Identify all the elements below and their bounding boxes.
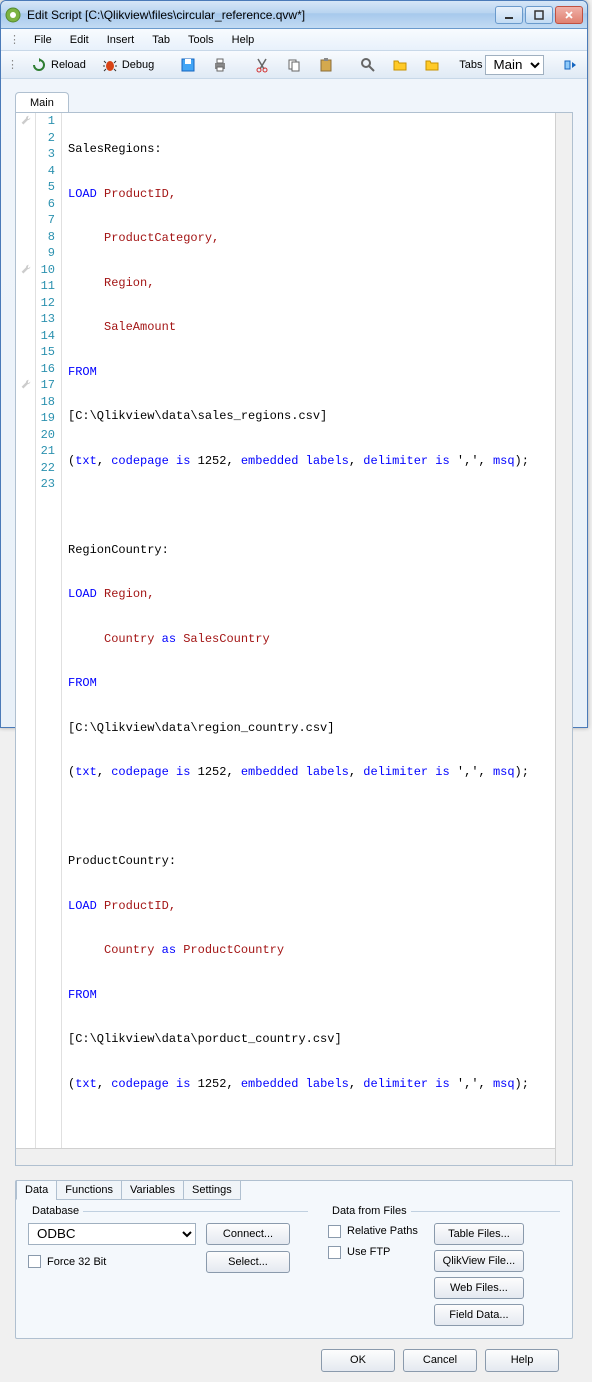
qlikview-file-button[interactable]: QlikView File...: [434, 1250, 524, 1272]
cut-button[interactable]: [247, 54, 277, 76]
menu-edit[interactable]: Edit: [62, 32, 97, 48]
open-folder-button[interactable]: [385, 54, 415, 76]
minimize-button[interactable]: [495, 6, 523, 24]
menu-tab[interactable]: Tab: [144, 32, 178, 48]
tab-settings[interactable]: Settings: [183, 1180, 241, 1200]
cancel-button[interactable]: Cancel: [403, 1349, 477, 1372]
tabs-label: Tabs: [459, 59, 482, 71]
help-button[interactable]: Help: [485, 1349, 559, 1372]
menu-help[interactable]: Help: [224, 32, 263, 48]
web-files-button[interactable]: Web Files...: [434, 1277, 524, 1299]
print-button[interactable]: [205, 54, 235, 76]
relative-paths-label: Relative Paths: [347, 1225, 418, 1237]
wrench-icon: [19, 378, 33, 392]
line-numbers: 1234567891011121314151617181920212223: [36, 113, 62, 1165]
copy-button[interactable]: [279, 54, 309, 76]
reload-button[interactable]: Reload: [24, 54, 93, 76]
use-ftp-label: Use FTP: [347, 1246, 390, 1258]
menubar: ⋮ File Edit Insert Tab Tools Help: [1, 29, 587, 51]
relative-paths-checkbox[interactable]: [328, 1225, 341, 1238]
force32-checkbox[interactable]: [28, 1255, 41, 1268]
database-fieldset-label: Database: [28, 1205, 308, 1217]
search-button[interactable]: [353, 54, 383, 76]
wrench-icon: [19, 263, 33, 277]
tab-data[interactable]: Data: [16, 1180, 57, 1200]
connect-button[interactable]: Connect...: [206, 1223, 290, 1245]
lower-panel: Data Functions Variables Settings Databa…: [15, 1180, 573, 1339]
print-icon: [212, 57, 228, 73]
reload-label: Reload: [51, 59, 86, 71]
tab-functions[interactable]: Functions: [56, 1180, 122, 1200]
menu-file[interactable]: File: [26, 32, 60, 48]
marker-gutter: [16, 113, 36, 1165]
horizontal-scrollbar[interactable]: [16, 1148, 555, 1165]
code-content[interactable]: SalesRegions: LOAD ProductID, ProductCat…: [62, 113, 555, 1165]
copy-icon: [286, 57, 302, 73]
paste-icon: [318, 57, 334, 73]
menu-insert[interactable]: Insert: [99, 32, 143, 48]
menubar-grip-icon: ⋮: [9, 33, 20, 46]
search-icon: [360, 57, 376, 73]
script-tab-main[interactable]: Main: [15, 92, 69, 113]
tab-left-icon: [563, 57, 579, 73]
select-button[interactable]: Select...: [206, 1251, 290, 1273]
folder-icon: [392, 57, 408, 73]
open-folder2-button[interactable]: [417, 54, 447, 76]
vertical-scrollbar[interactable]: [555, 113, 572, 1165]
menu-tools[interactable]: Tools: [180, 32, 222, 48]
debug-button[interactable]: Debug: [95, 54, 161, 76]
save-icon: [180, 57, 196, 73]
debug-icon: [102, 57, 118, 73]
tab-nav1-button[interactable]: [556, 54, 586, 76]
field-data-button[interactable]: Field Data...: [434, 1304, 524, 1326]
cut-icon: [254, 57, 270, 73]
titlebar: Edit Script [C:\Qlikview\files\circular_…: [1, 1, 587, 29]
toolbar-grip-icon: ⋮: [7, 58, 18, 71]
close-button[interactable]: [555, 6, 583, 24]
script-editor[interactable]: 1234567891011121314151617181920212223 Sa…: [15, 112, 573, 1166]
use-ftp-checkbox[interactable]: [328, 1246, 341, 1259]
wrench-icon: [19, 114, 33, 128]
tab-nav2-button[interactable]: [588, 54, 592, 76]
ok-button[interactable]: OK: [321, 1349, 395, 1372]
toolbar: ⋮ Reload Debug Tabs Main: [1, 51, 587, 79]
db-driver-select[interactable]: ODBC: [28, 1223, 196, 1245]
reload-icon: [31, 57, 47, 73]
folder-icon: [424, 57, 440, 73]
app-icon: [5, 7, 21, 23]
table-files-button[interactable]: Table Files...: [434, 1223, 524, 1245]
maximize-button[interactable]: [525, 6, 553, 24]
tabs-select[interactable]: Main: [485, 55, 544, 75]
force32-label: Force 32 Bit: [47, 1256, 106, 1268]
tab-variables[interactable]: Variables: [121, 1180, 184, 1200]
debug-label: Debug: [122, 59, 154, 71]
window-title: Edit Script [C:\Qlikview\files\circular_…: [27, 8, 495, 22]
paste-button[interactable]: [311, 54, 341, 76]
data-from-files-label: Data from Files: [328, 1205, 560, 1217]
save-button[interactable]: [173, 54, 203, 76]
